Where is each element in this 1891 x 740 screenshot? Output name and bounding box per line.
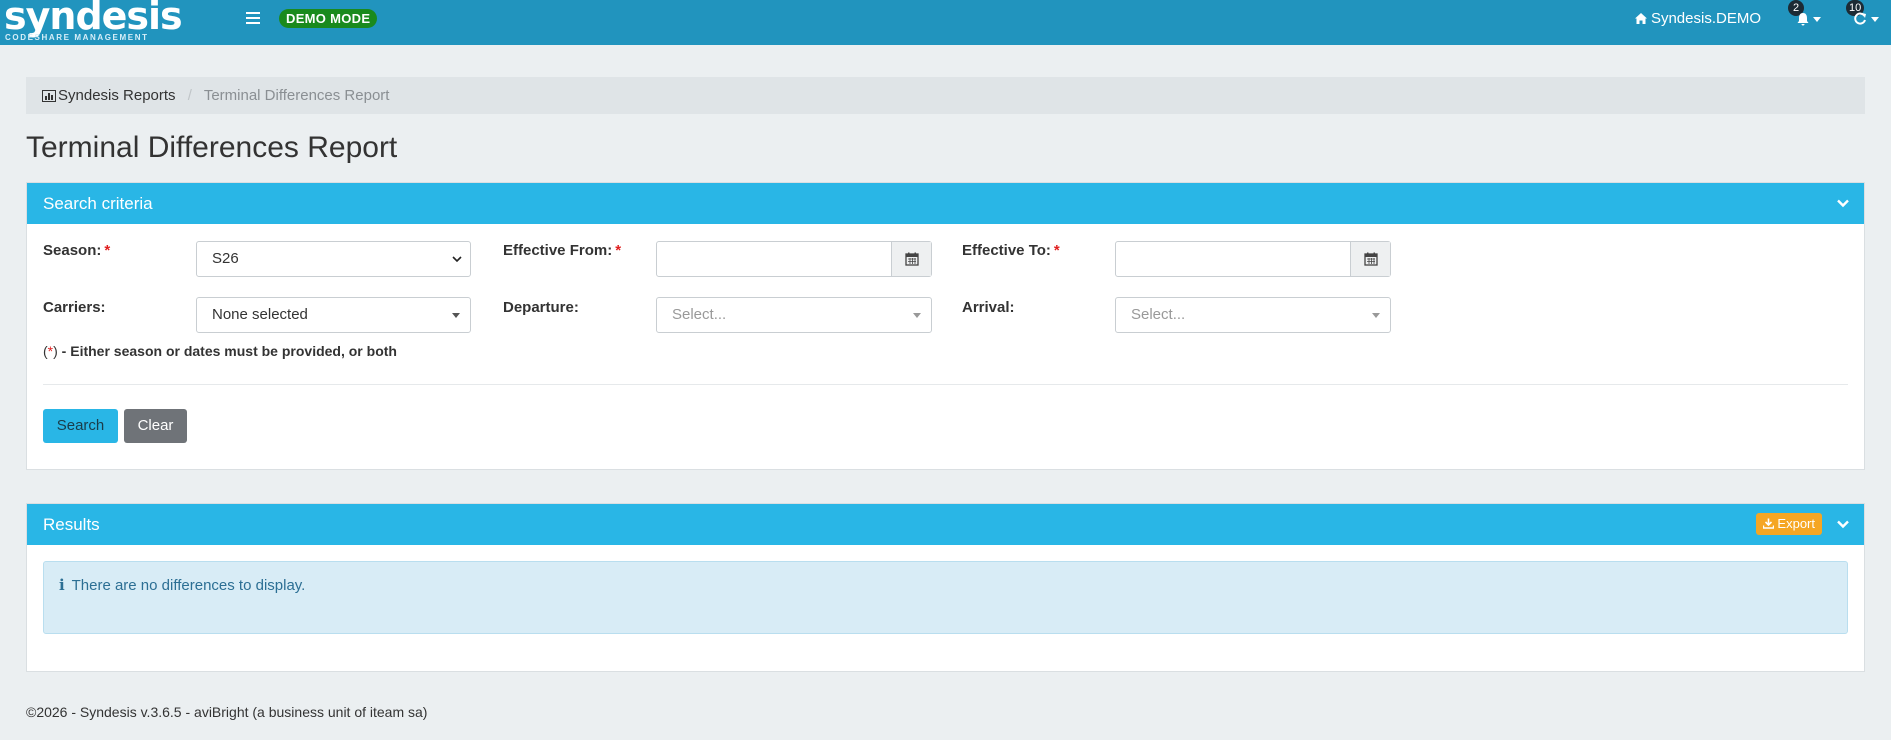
arrival-label: Arrival: bbox=[962, 299, 1015, 316]
required-marker: * bbox=[104, 242, 111, 259]
breadcrumb-current: Terminal Differences Report bbox=[203, 87, 390, 104]
chevron-down-icon[interactable] bbox=[1836, 196, 1850, 210]
caret-down-icon bbox=[1372, 313, 1380, 318]
caret-down-icon bbox=[913, 313, 921, 318]
arrival-select[interactable]: Select... bbox=[1115, 297, 1391, 333]
breadcrumb-separator: / bbox=[187, 87, 192, 104]
search-button[interactable]: Search bbox=[43, 409, 118, 443]
hamburger-icon[interactable] bbox=[246, 12, 260, 24]
no-results-alert: i There are no differences to display. bbox=[43, 561, 1848, 634]
departure-placeholder: Select... bbox=[672, 306, 727, 323]
demo-mode-badge: DEMO MODE bbox=[279, 9, 378, 28]
bar-chart-icon bbox=[42, 90, 56, 102]
bell-icon bbox=[1797, 13, 1809, 26]
departure-select[interactable]: Select... bbox=[656, 297, 932, 333]
carriers-label: Carriers: bbox=[43, 299, 106, 316]
calendar-icon bbox=[905, 252, 919, 266]
home-label: Syndesis.DEMO bbox=[1650, 10, 1761, 27]
carriers-multiselect[interactable]: None selected bbox=[196, 297, 471, 333]
calendar-icon bbox=[1364, 252, 1378, 266]
export-button[interactable]: Export bbox=[1756, 513, 1822, 535]
chevron-down-icon[interactable] bbox=[1836, 517, 1850, 531]
effective-from-input[interactable] bbox=[656, 241, 932, 277]
breadcrumb-reports-link[interactable]: Syndesis Reports bbox=[42, 87, 180, 104]
chevron-down-icon bbox=[452, 256, 462, 263]
effective-from-calendar-button[interactable] bbox=[891, 242, 931, 276]
caret-down-icon bbox=[452, 313, 460, 318]
page-title: Terminal Differences Report bbox=[26, 131, 398, 164]
sync-dropdown[interactable]: 10 bbox=[1846, 0, 1883, 30]
footer-copyright: ©2026 - Syndesis v.3.6.5 - aviBright (a … bbox=[26, 704, 428, 720]
home-link[interactable]: Syndesis.DEMO bbox=[1634, 9, 1761, 29]
clear-button[interactable]: Clear bbox=[124, 409, 187, 443]
breadcrumb-reports-label: Syndesis Reports bbox=[58, 87, 176, 104]
search-criteria-title: Search criteria bbox=[43, 194, 153, 213]
refresh-icon bbox=[1854, 12, 1866, 25]
export-label: Export bbox=[1777, 516, 1815, 531]
results-heading[interactable]: Results Export bbox=[27, 504, 1864, 545]
results-title: Results bbox=[43, 515, 100, 534]
season-select-value: S26 bbox=[212, 250, 239, 267]
divider bbox=[43, 384, 1848, 385]
effective-to-calendar-button[interactable] bbox=[1350, 242, 1390, 276]
results-panel: Results Export i There are no difference… bbox=[26, 503, 1865, 672]
download-icon bbox=[1763, 518, 1775, 529]
carriers-select-value: None selected bbox=[212, 306, 308, 323]
effective-from-label: Effective From: * bbox=[503, 242, 622, 259]
required-fields-note: (*) - Either season or dates must be pro… bbox=[43, 343, 397, 359]
arrival-placeholder: Select... bbox=[1131, 306, 1186, 323]
departure-label: Departure: bbox=[503, 299, 579, 316]
notifications-dropdown[interactable]: 2 bbox=[1788, 0, 1825, 30]
season-label: Season: * bbox=[43, 242, 111, 259]
search-criteria-heading[interactable]: Search criteria bbox=[27, 183, 1864, 224]
season-select[interactable]: S26 bbox=[196, 241, 471, 277]
no-results-message: There are no differences to display. bbox=[67, 577, 306, 594]
home-icon bbox=[1634, 13, 1647, 24]
top-navbar: syndesis CODESHARE MANAGEMENT DEMO MODE … bbox=[0, 0, 1891, 45]
effective-to-input[interactable] bbox=[1115, 241, 1391, 277]
effective-to-label: Effective To: * bbox=[962, 242, 1060, 259]
brand-subtitle: CODESHARE MANAGEMENT bbox=[5, 33, 149, 42]
breadcrumb: Syndesis Reports / Terminal Differences … bbox=[26, 77, 1865, 114]
required-marker: * bbox=[1053, 242, 1060, 259]
info-icon: i bbox=[59, 576, 65, 594]
required-marker: * bbox=[615, 242, 622, 259]
brand-logo[interactable]: syndesis CODESHARE MANAGEMENT bbox=[4, 0, 183, 45]
search-criteria-panel: Search criteria Season: * S26 Effective F… bbox=[26, 182, 1865, 470]
